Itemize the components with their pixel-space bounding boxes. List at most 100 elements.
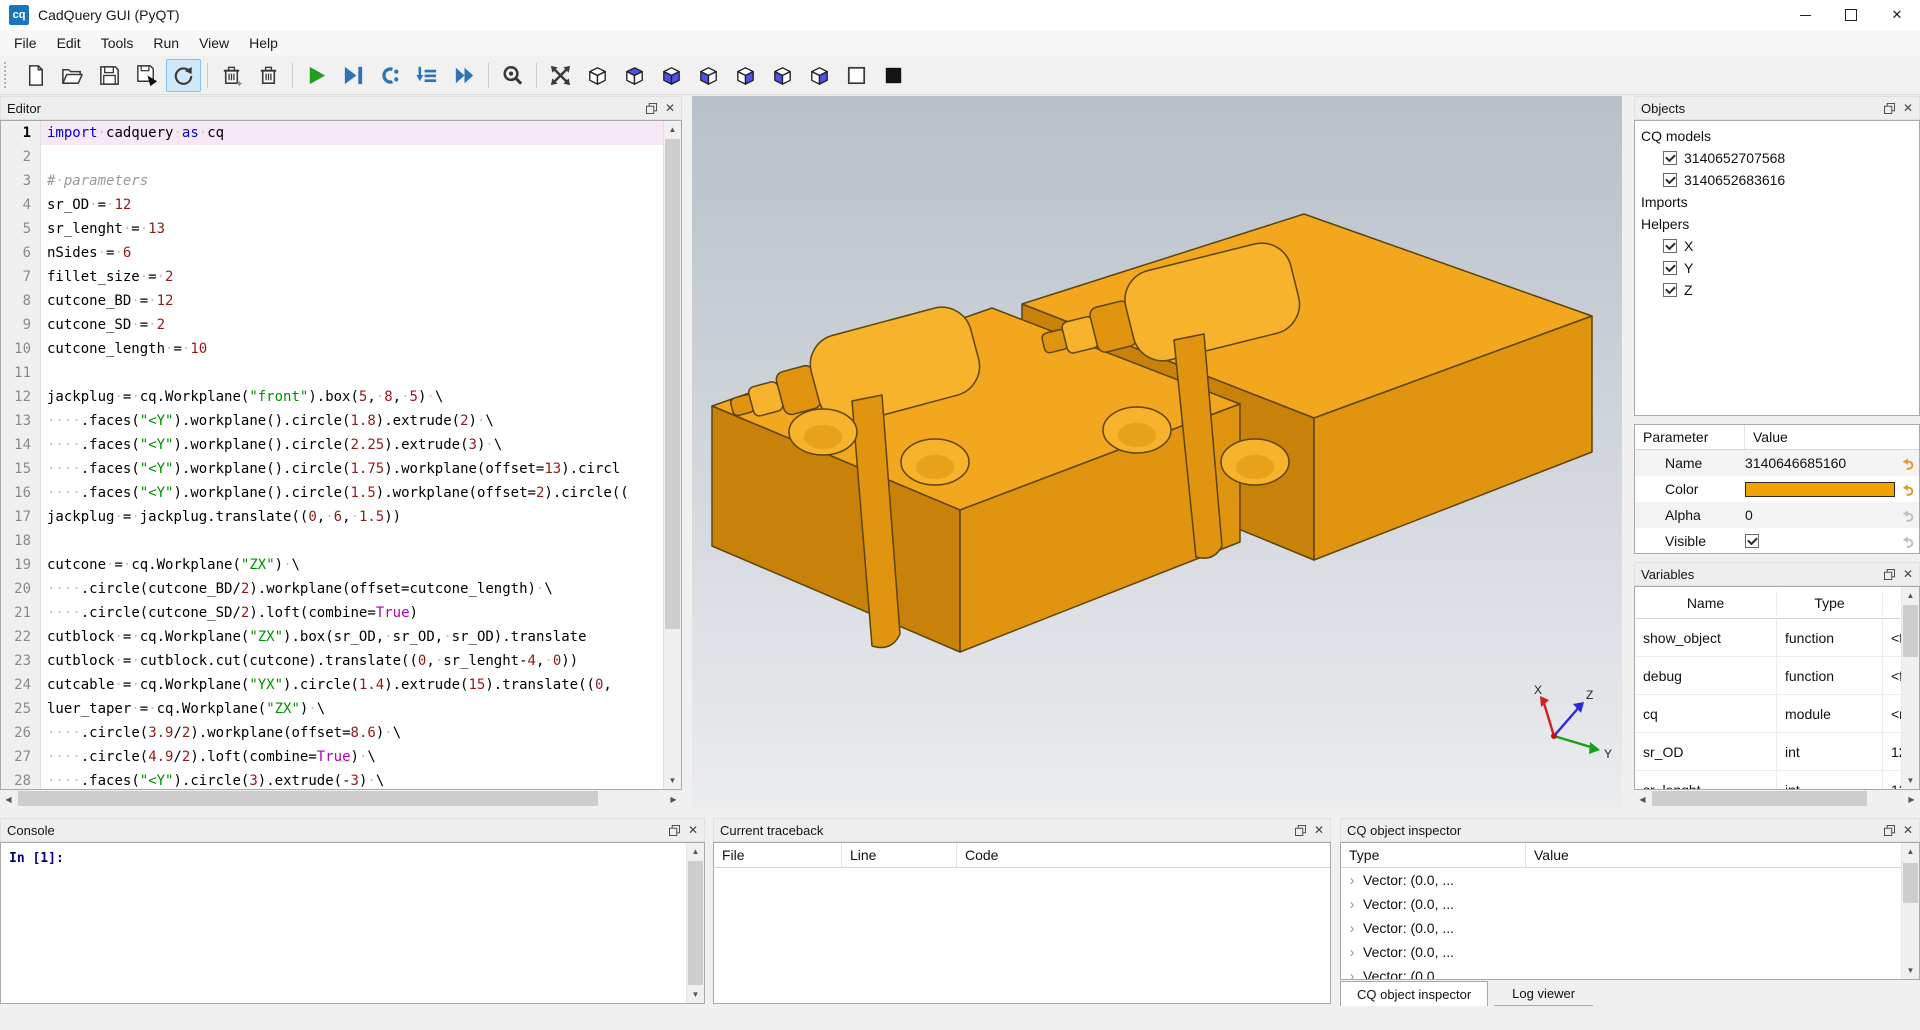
close-button[interactable]: ✕ bbox=[1874, 0, 1920, 30]
float-panel-icon[interactable] bbox=[1884, 569, 1895, 580]
console-output[interactable]: In [1]: ▲ ▼ bbox=[0, 842, 705, 1004]
objects-item[interactable]: Z bbox=[1635, 279, 1919, 301]
close-panel-icon[interactable]: ✕ bbox=[1903, 569, 1913, 580]
checkbox[interactable] bbox=[1663, 173, 1677, 187]
undo-button[interactable] bbox=[1895, 479, 1919, 499]
objects-item[interactable]: 3140652683616 bbox=[1635, 169, 1919, 191]
variable-row[interactable]: sr_ODint12 bbox=[1635, 733, 1919, 771]
checkbox[interactable] bbox=[1745, 534, 1759, 548]
checkbox[interactable] bbox=[1663, 261, 1677, 275]
close-panel-icon[interactable]: ✕ bbox=[665, 103, 675, 114]
minimize-button[interactable] bbox=[1782, 0, 1828, 30]
float-panel-icon[interactable] bbox=[1884, 825, 1895, 836]
bottom-view-button[interactable] bbox=[654, 59, 689, 92]
editor-horizontal-scrollbar[interactable]: ◀ ▶ bbox=[0, 790, 682, 808]
menu-item-edit[interactable]: Edit bbox=[47, 30, 91, 56]
traceback-table[interactable]: File Line Code bbox=[713, 842, 1331, 1004]
objects-group-imports[interactable]: Imports bbox=[1635, 191, 1919, 213]
scrollbar-thumb[interactable] bbox=[1903, 863, 1918, 903]
close-panel-icon[interactable]: ✕ bbox=[1314, 825, 1324, 836]
scroll-up-icon[interactable]: ▲ bbox=[664, 121, 681, 138]
console-vertical-scrollbar[interactable]: ▲ ▼ bbox=[686, 843, 704, 1003]
color-swatch[interactable] bbox=[1745, 482, 1895, 497]
menu-item-view[interactable]: View bbox=[189, 30, 239, 56]
float-panel-icon[interactable] bbox=[669, 825, 680, 836]
front-view-button[interactable] bbox=[691, 59, 726, 92]
code-editor[interactable]: 1import·cadquery·as·cq23#·parameters4sr_… bbox=[0, 120, 682, 790]
tab-log-viewer[interactable]: Log viewer bbox=[1494, 981, 1593, 1006]
checkbox[interactable] bbox=[1663, 283, 1677, 297]
inspector-row[interactable]: ›Vector: (0.0, ... bbox=[1341, 916, 1919, 940]
variable-row[interactable]: sr_lenghtint13 bbox=[1635, 771, 1919, 790]
debug-button[interactable] bbox=[336, 59, 371, 92]
wireframe-view-button[interactable] bbox=[839, 59, 874, 92]
variable-row[interactable]: show_objectfunction<f bbox=[1635, 619, 1919, 657]
editor-vertical-scrollbar[interactable]: ▲ ▼ bbox=[663, 121, 681, 789]
checkbox[interactable] bbox=[1663, 151, 1677, 165]
close-panel-icon[interactable]: ✕ bbox=[1903, 103, 1913, 114]
objects-group-helpers[interactable]: Helpers bbox=[1635, 213, 1919, 235]
menu-item-file[interactable]: File bbox=[4, 30, 47, 56]
3d-viewport[interactable]: X Z Y bbox=[692, 96, 1622, 808]
autoreload-button[interactable] bbox=[166, 59, 201, 92]
inspector-vertical-scrollbar[interactable]: ▲ ▼ bbox=[1901, 843, 1919, 979]
maximize-button[interactable] bbox=[1828, 0, 1874, 30]
variable-row[interactable]: debugfunction<f bbox=[1635, 657, 1919, 695]
step-button[interactable] bbox=[373, 59, 408, 92]
expand-chevron-icon[interactable]: › bbox=[1341, 920, 1363, 937]
inspector-row[interactable]: ›Vector: (0.0, ... bbox=[1341, 892, 1919, 916]
render-button[interactable] bbox=[299, 59, 334, 92]
shaded-view-button[interactable] bbox=[876, 59, 911, 92]
right-view-button[interactable] bbox=[802, 59, 837, 92]
checkbox[interactable] bbox=[1663, 239, 1677, 253]
menu-item-run[interactable]: Run bbox=[143, 30, 189, 56]
save-button[interactable] bbox=[92, 59, 127, 92]
open-file-button[interactable] bbox=[55, 59, 90, 92]
save-as-button[interactable] bbox=[129, 59, 164, 92]
objects-group-cq-models[interactable]: CQ models bbox=[1635, 125, 1919, 147]
scroll-down-icon[interactable]: ▼ bbox=[1902, 962, 1919, 979]
scroll-up-icon[interactable]: ▲ bbox=[687, 843, 704, 860]
inspector-row[interactable]: ›Vector: (0.0, ... bbox=[1341, 964, 1919, 980]
iso-view-button[interactable] bbox=[580, 59, 615, 92]
tab-cq-object-inspector[interactable]: CQ object inspector bbox=[1340, 981, 1488, 1006]
scrollbar-thumb[interactable] bbox=[1903, 605, 1918, 657]
left-view-button[interactable] bbox=[765, 59, 800, 92]
scroll-left-icon[interactable]: ◀ bbox=[1634, 791, 1651, 808]
scrollbar-thumb[interactable] bbox=[688, 861, 703, 985]
delete-all-button[interactable] bbox=[251, 59, 286, 92]
scroll-down-icon[interactable]: ▼ bbox=[664, 772, 681, 789]
variables-vertical-scrollbar[interactable]: ▲ ▼ bbox=[1901, 587, 1919, 789]
scroll-up-icon[interactable]: ▲ bbox=[1902, 587, 1919, 604]
continue-button[interactable] bbox=[447, 59, 482, 92]
scroll-down-icon[interactable]: ▼ bbox=[687, 986, 704, 1003]
undo-button[interactable] bbox=[1895, 453, 1919, 473]
scroll-left-icon[interactable]: ◀ bbox=[0, 791, 17, 808]
menu-item-help[interactable]: Help bbox=[239, 30, 288, 56]
scrollbar-thumb[interactable] bbox=[18, 791, 598, 806]
undo-button[interactable] bbox=[1895, 505, 1919, 525]
objects-item[interactable]: Y bbox=[1635, 257, 1919, 279]
menu-item-tools[interactable]: Tools bbox=[91, 30, 144, 56]
undo-button[interactable] bbox=[1895, 531, 1919, 551]
float-panel-icon[interactable] bbox=[646, 103, 657, 114]
delete-object-button[interactable]: ✦ bbox=[214, 59, 249, 92]
scrollbar-thumb[interactable] bbox=[665, 139, 680, 629]
expand-chevron-icon[interactable]: › bbox=[1341, 968, 1363, 981]
scroll-up-icon[interactable]: ▲ bbox=[1902, 843, 1919, 860]
expand-chevron-icon[interactable]: › bbox=[1341, 872, 1363, 889]
expand-chevron-icon[interactable]: › bbox=[1341, 896, 1363, 913]
float-panel-icon[interactable] bbox=[1884, 103, 1895, 114]
float-panel-icon[interactable] bbox=[1295, 825, 1306, 836]
step-in-button[interactable] bbox=[410, 59, 445, 92]
expand-chevron-icon[interactable]: › bbox=[1341, 944, 1363, 961]
inspector-table[interactable]: Type Value ›Vector: (0.0, ...›Vector: (0… bbox=[1340, 842, 1920, 980]
fit-view-button[interactable] bbox=[543, 59, 578, 92]
scroll-down-icon[interactable]: ▼ bbox=[1902, 772, 1919, 789]
variable-row[interactable]: cqmodule<m bbox=[1635, 695, 1919, 733]
scrollbar-thumb[interactable] bbox=[1652, 791, 1867, 806]
close-panel-icon[interactable]: ✕ bbox=[1903, 825, 1913, 836]
toolbar-grip[interactable] bbox=[4, 62, 11, 88]
objects-item[interactable]: X bbox=[1635, 235, 1919, 257]
new-file-button[interactable] bbox=[18, 59, 53, 92]
